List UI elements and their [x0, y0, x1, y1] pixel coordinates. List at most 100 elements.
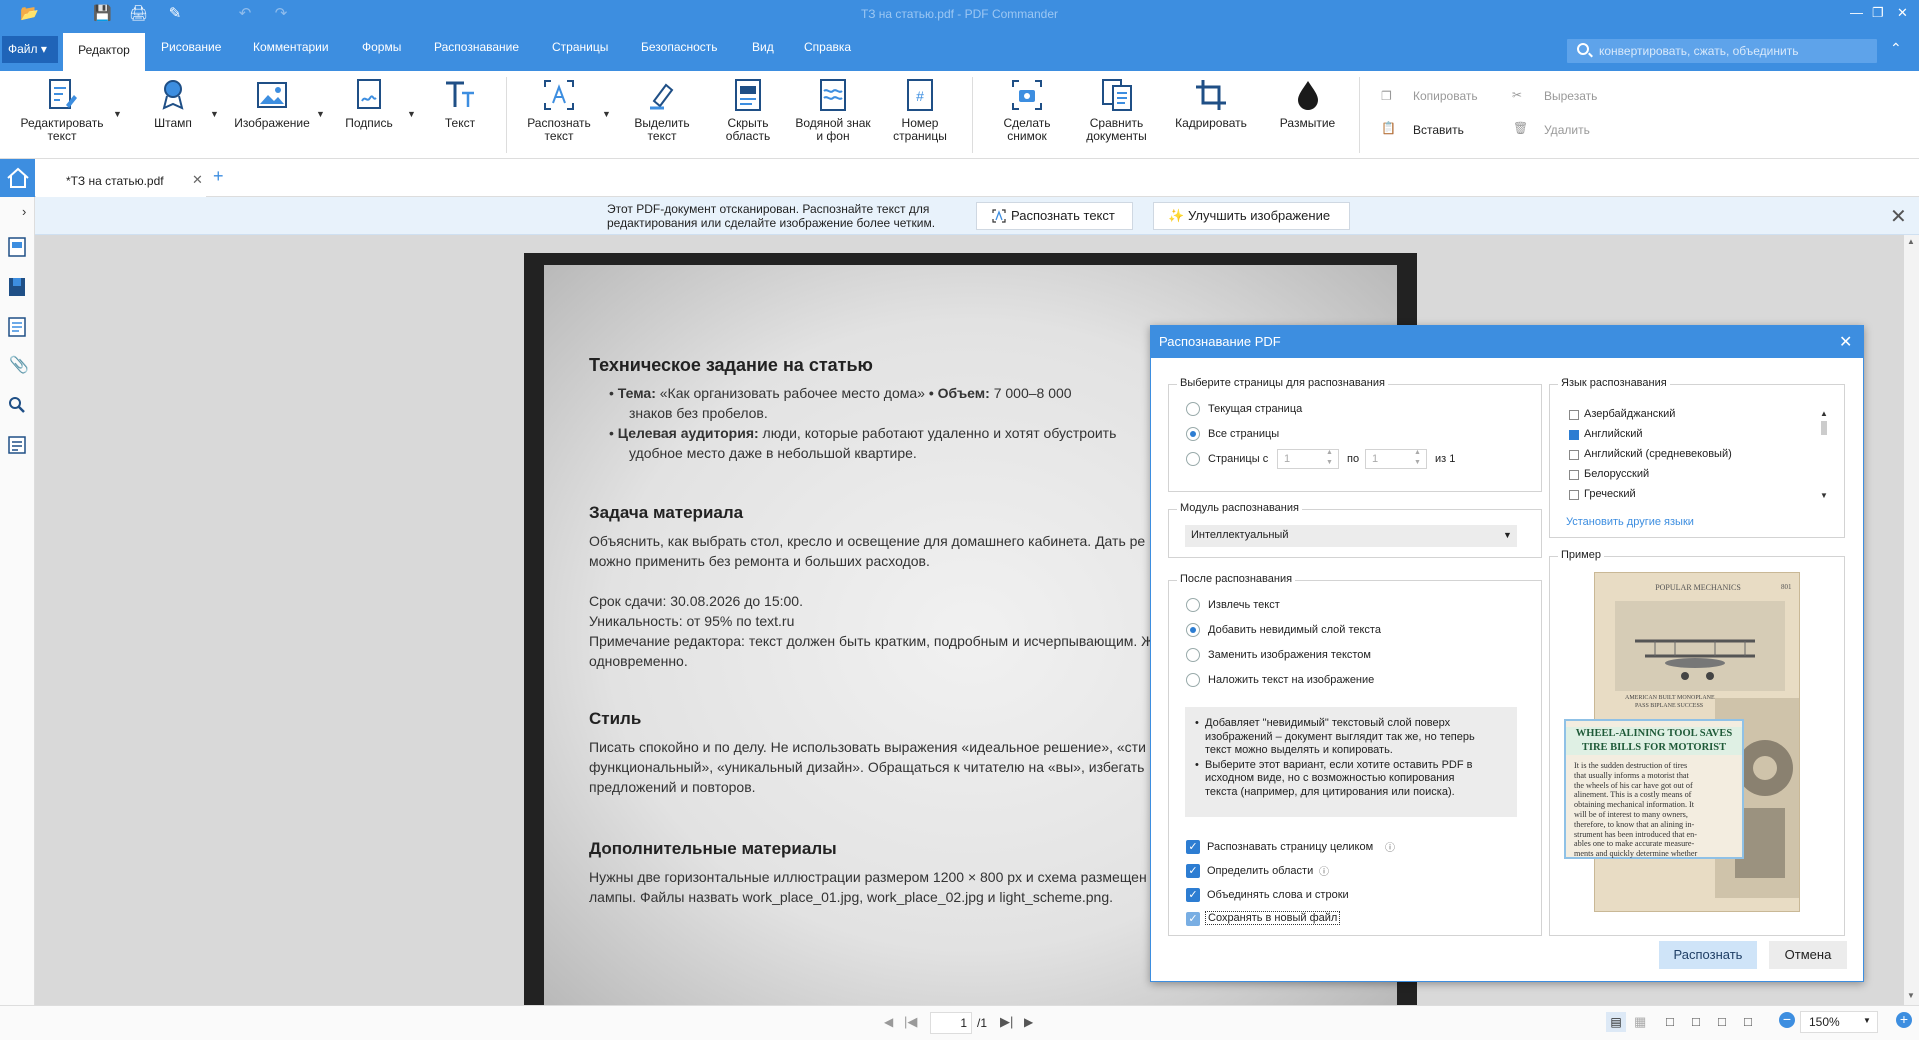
- watermark-button[interactable]: Водяной знак и фон: [788, 77, 878, 143]
- rotate-icon[interactable]: □: [1744, 1014, 1752, 1029]
- save-new-file-checkbox[interactable]: ✓: [1186, 912, 1200, 926]
- language-checkbox[interactable]: [1569, 470, 1579, 480]
- collapse-ribbon-icon[interactable]: ⌃: [1890, 40, 1902, 57]
- page-to-stepper[interactable]: 1 ▲ ▼: [1365, 449, 1427, 469]
- merge-words-checkbox[interactable]: ✓: [1186, 888, 1200, 902]
- language-checkbox[interactable]: [1569, 430, 1579, 440]
- close-window-icon[interactable]: ✕: [1897, 5, 1908, 21]
- chevron-down-icon[interactable]: ▼: [210, 109, 219, 119]
- vertical-scrollbar[interactable]: ▲ ▼: [1904, 235, 1919, 1005]
- chevron-down-icon[interactable]: ▼: [407, 109, 416, 119]
- zoom-out-icon[interactable]: −: [1779, 1012, 1795, 1028]
- signature-button[interactable]: Подпись: [339, 77, 399, 130]
- scroll-up-icon[interactable]: ▲: [1907, 237, 1915, 246]
- stepper-arrows-icon[interactable]: ▲ ▼: [1414, 448, 1421, 468]
- recognize-button[interactable]: Распознать: [1659, 941, 1757, 969]
- language-item[interactable]: Белорусский: [1584, 468, 1649, 480]
- page-number-button[interactable]: # Номер страницы: [885, 77, 955, 143]
- recognition-module-select[interactable]: Интеллектуальный ▼: [1185, 525, 1517, 547]
- page-range-radio[interactable]: [1186, 452, 1200, 466]
- list-scrollbar-thumb[interactable]: [1821, 421, 1827, 435]
- close-notification-icon[interactable]: ✕: [1890, 204, 1907, 229]
- cancel-button[interactable]: Отмена: [1769, 941, 1847, 969]
- search-icon[interactable]: [8, 395, 26, 415]
- hide-area-button[interactable]: Скрыть область: [713, 77, 783, 143]
- compare-documents-button[interactable]: Сравнить документы: [1079, 77, 1154, 143]
- copy-icon[interactable]: ❐: [1381, 89, 1392, 103]
- fit-width-icon[interactable]: □: [1666, 1014, 1674, 1029]
- info-icon[interactable]: ⓘ: [1385, 839, 1395, 854]
- language-list[interactable]: Азербайджанский Английский Английский (с…: [1560, 401, 1830, 501]
- attachment-icon[interactable]: 📎: [9, 355, 29, 375]
- list-scroll-up-icon[interactable]: ▲: [1820, 409, 1828, 418]
- language-item[interactable]: Греческий: [1584, 488, 1636, 500]
- tab-forms[interactable]: Формы: [362, 40, 401, 54]
- tab-recognition[interactable]: Распознавание: [434, 40, 519, 54]
- image-button[interactable]: Изображение: [232, 77, 312, 130]
- pages-icon[interactable]: [8, 317, 26, 337]
- tab-help[interactable]: Справка: [804, 40, 851, 54]
- scissors-icon[interactable]: ✂: [1512, 88, 1522, 102]
- language-checkbox[interactable]: [1569, 450, 1579, 460]
- stamp-button[interactable]: Штамп: [148, 77, 198, 130]
- recognize-text-button[interactable]: Распознать текст: [519, 77, 599, 143]
- tab-drawing[interactable]: Рисование: [161, 40, 221, 54]
- file-menu-button[interactable]: Файл ▾: [2, 36, 58, 63]
- copy-button[interactable]: Копировать: [1413, 89, 1478, 103]
- recognize-text-notify-button[interactable]: Распознать текст: [976, 202, 1133, 230]
- text-button[interactable]: Текст: [435, 77, 485, 130]
- first-page-icon[interactable]: ◀: [884, 1015, 893, 1029]
- replace-images-radio[interactable]: [1186, 648, 1200, 662]
- detect-areas-checkbox[interactable]: ✓: [1186, 864, 1200, 878]
- next-page-icon[interactable]: ▶|: [1000, 1014, 1013, 1030]
- trash-icon[interactable]: 🗑: [1513, 121, 1528, 135]
- new-tab-icon[interactable]: +: [213, 166, 224, 187]
- chevron-down-icon[interactable]: ▼: [602, 109, 611, 119]
- snapshot-button[interactable]: Сделать снимок: [992, 77, 1062, 143]
- bookmarks-icon[interactable]: [8, 277, 26, 297]
- prev-page-icon[interactable]: |◀: [904, 1014, 917, 1030]
- maximize-icon[interactable]: ❐: [1872, 5, 1884, 21]
- install-languages-link[interactable]: Установить другие языки: [1566, 516, 1694, 528]
- close-tab-icon[interactable]: ✕: [192, 172, 203, 188]
- current-page-radio[interactable]: [1186, 402, 1200, 416]
- cut-button[interactable]: Вырезать: [1544, 89, 1597, 103]
- zoom-in-icon[interactable]: +: [1896, 1012, 1912, 1028]
- paste-icon[interactable]: 📋: [1381, 121, 1396, 135]
- home-button[interactable]: [0, 159, 35, 197]
- crop-button[interactable]: Кадрировать: [1167, 77, 1255, 130]
- page-from-stepper[interactable]: 1 ▲ ▼: [1277, 449, 1339, 469]
- two-page-view-icon[interactable]: ▦: [1634, 1014, 1646, 1030]
- expand-panel-icon[interactable]: ›: [22, 204, 26, 219]
- close-dialog-icon[interactable]: ✕: [1839, 332, 1852, 352]
- delete-button[interactable]: Удалить: [1544, 123, 1590, 137]
- tab-editor[interactable]: Редактор: [63, 33, 145, 71]
- language-checkbox[interactable]: [1569, 490, 1579, 500]
- actual-size-icon[interactable]: □: [1718, 1014, 1726, 1029]
- chevron-down-icon[interactable]: ▼: [113, 109, 122, 119]
- enhance-image-button[interactable]: ✨ Улучшить изображение: [1153, 202, 1350, 230]
- info-icon[interactable]: ⓘ: [1319, 863, 1329, 878]
- tab-pages[interactable]: Страницы: [552, 40, 608, 54]
- list-scroll-down-icon[interactable]: ▼: [1820, 491, 1828, 500]
- page-number-input[interactable]: 1: [930, 1012, 972, 1034]
- extract-text-radio[interactable]: [1186, 598, 1200, 612]
- zoom-select[interactable]: 150% ▼: [1800, 1011, 1878, 1033]
- stepper-arrows-icon[interactable]: ▲ ▼: [1326, 448, 1333, 468]
- whole-page-checkbox[interactable]: ✓: [1186, 840, 1200, 854]
- tab-view[interactable]: Вид: [752, 40, 774, 54]
- document-tab[interactable]: *ТЗ на статью.pdf ✕: [36, 163, 206, 197]
- tab-security[interactable]: Безопасность: [641, 40, 718, 54]
- last-page-icon[interactable]: ▶: [1024, 1015, 1033, 1029]
- minimize-icon[interactable]: —: [1850, 5, 1863, 20]
- tab-comments[interactable]: Комментарии: [253, 40, 329, 54]
- select-text-button[interactable]: Выделить текст: [627, 77, 697, 143]
- language-item[interactable]: Азербайджанский: [1584, 408, 1675, 420]
- fit-page-icon[interactable]: □: [1692, 1014, 1700, 1029]
- paste-button[interactable]: Вставить: [1413, 123, 1464, 137]
- overlay-text-radio[interactable]: [1186, 673, 1200, 687]
- single-page-view-icon[interactable]: ▤: [1606, 1012, 1626, 1032]
- form-fields-icon[interactable]: [8, 435, 26, 455]
- scroll-down-icon[interactable]: ▼: [1907, 991, 1915, 1000]
- edit-text-button[interactable]: Редактировать текст: [14, 77, 110, 143]
